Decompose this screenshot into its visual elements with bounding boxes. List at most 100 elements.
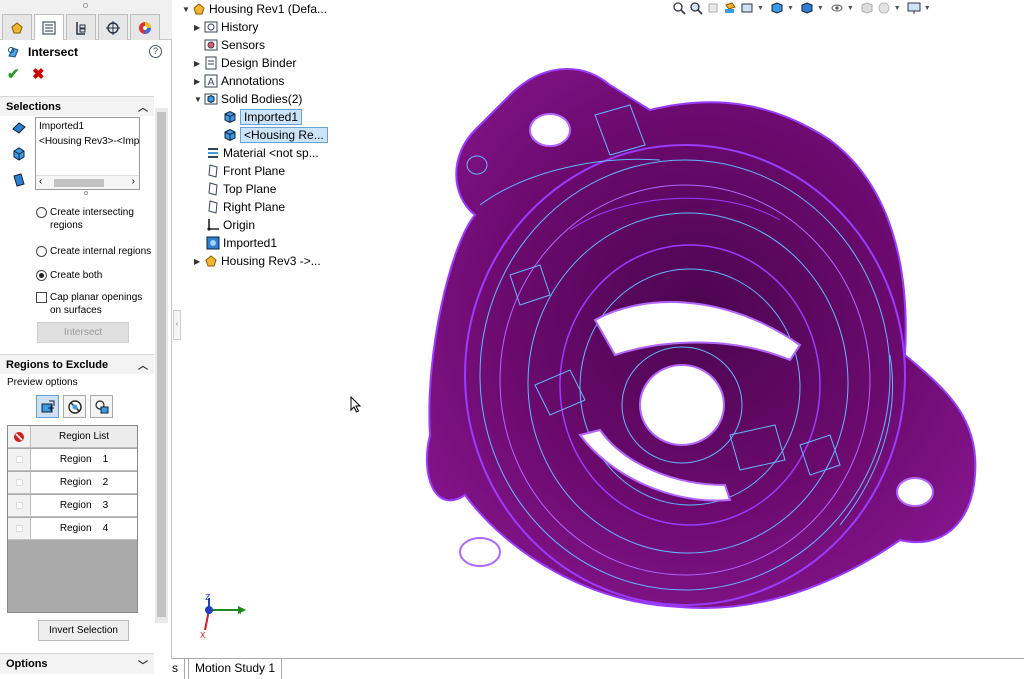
tab-feature-manager[interactable] — [2, 14, 32, 40]
chevron-down-icon[interactable]: ▼ — [787, 5, 794, 12]
tree-item-history[interactable]: ▶ History — [194, 18, 258, 36]
tab-configuration-manager[interactable] — [66, 14, 96, 40]
tree-item-label: Material <not sp... — [223, 146, 319, 160]
chevron-down-icon[interactable]: ﹀ — [138, 657, 148, 672]
panel-grip[interactable] — [0, 0, 172, 12]
selection-list[interactable]: Imported1 <Housing Rev3>-<Imp ‹ › — [35, 117, 140, 190]
regions-section-header[interactable]: Regions to Exclude ︿ — [0, 354, 154, 374]
region-checkbox[interactable] — [15, 456, 23, 463]
panel-scrollbar[interactable] — [155, 108, 168, 623]
ok-button[interactable]: ✔ — [7, 67, 23, 83]
feature-tree: ▼ Housing Rev1 (Defa... ▶ History Sensor… — [182, 0, 342, 270]
option-create-internal[interactable]: Create internal regions — [36, 245, 151, 258]
scroll-left-icon[interactable]: ‹ — [39, 176, 42, 187]
selections-section-header[interactable]: Selections ︿ — [0, 96, 154, 116]
table-row[interactable]: Region 3 — [8, 495, 137, 517]
chevron-up-icon[interactable]: ︿ — [138, 99, 148, 114]
tab-model[interactable]: s — [166, 659, 185, 679]
chevron-down-icon[interactable]: ▼ — [817, 5, 824, 12]
preview-included-button[interactable] — [90, 395, 113, 418]
region-checkbox[interactable] — [15, 502, 23, 509]
list-resize-grip[interactable] — [84, 191, 88, 195]
apply-scene-icon[interactable] — [877, 1, 892, 15]
zoom-to-area-icon[interactable] — [689, 1, 704, 15]
zoom-to-fit-icon[interactable] — [672, 1, 687, 15]
crosshair-icon — [106, 20, 120, 35]
tree-item-sensors[interactable]: Sensors — [204, 36, 265, 54]
tree-item-body-imported1[interactable]: Imported1 — [223, 108, 303, 126]
chevron-down-icon[interactable]: ▼ — [847, 5, 854, 12]
expand-arrow-icon[interactable]: ▶ — [194, 23, 204, 32]
radio-button-selected[interactable] — [36, 270, 47, 281]
tree-item-imported1[interactable]: Imported1 — [206, 234, 277, 252]
scrollbar-thumb[interactable] — [157, 112, 166, 617]
origin-icon — [207, 219, 219, 231]
table-row[interactable]: Region 1 — [8, 449, 137, 471]
radio-button[interactable] — [36, 207, 47, 218]
region-checkbox[interactable] — [15, 479, 23, 486]
selection-list-scrollbar[interactable]: ‹ › — [36, 175, 139, 189]
chevron-down-icon[interactable]: ▼ — [924, 5, 931, 12]
tree-item-right-plane[interactable]: Right Plane — [206, 198, 285, 216]
help-icon[interactable]: ? — [149, 45, 162, 58]
annotations-icon: A — [204, 74, 218, 88]
section-view-icon[interactable] — [723, 1, 738, 15]
region-label: Region 2 — [59, 477, 109, 488]
tree-item-housing-rev3[interactable]: ▶ Housing Rev3 ->... — [194, 252, 321, 270]
tab-display-manager[interactable] — [130, 14, 160, 40]
tree-root[interactable]: ▼ Housing Rev1 (Defa... — [182, 0, 327, 18]
option-create-intersecting[interactable]: Create intersecting regions — [36, 206, 150, 232]
dynamic-annotation-icon[interactable] — [740, 1, 755, 15]
expand-arrow-icon[interactable]: ▶ — [194, 257, 204, 266]
selection-item[interactable]: <Housing Rev3>-<Imp — [36, 133, 139, 148]
tree-item-design-binder[interactable]: ▶ Design Binder — [194, 54, 296, 72]
view-settings-icon[interactable] — [907, 1, 922, 15]
chevron-down-icon[interactable]: ▼ — [894, 5, 901, 12]
material-icon — [208, 148, 218, 158]
selection-item[interactable]: Imported1 — [36, 118, 139, 133]
cancel-button[interactable]: ✖ — [32, 67, 48, 83]
panel-collapse-handle[interactable]: ‹ — [173, 310, 181, 340]
preview-all-button[interactable] — [36, 395, 59, 418]
collapse-arrow-icon[interactable]: ▼ — [182, 5, 192, 14]
tree-item-body-housing[interactable]: <Housing Re... — [223, 126, 328, 144]
intersect-selection-icon — [12, 122, 26, 134]
previous-view-icon[interactable] — [706, 1, 721, 15]
expand-arrow-icon[interactable]: ▶ — [194, 59, 204, 68]
view-orientation-icon[interactable] — [770, 1, 785, 15]
scrollbar-thumb[interactable] — [54, 179, 104, 187]
edit-appearance-icon[interactable] — [860, 1, 875, 15]
scroll-right-icon[interactable]: › — [132, 176, 135, 187]
intersect-button[interactable]: Intersect — [37, 322, 129, 343]
tree-root-label: Housing Rev1 (Defa... — [209, 2, 328, 16]
tab-dimxpert-manager[interactable] — [98, 14, 128, 40]
tab-motion-study-1[interactable]: Motion Study 1 — [188, 659, 283, 679]
hide-show-items-icon[interactable] — [830, 1, 845, 15]
tree-item-origin[interactable]: Origin — [206, 216, 255, 234]
tree-item-material[interactable]: Material <not sp... — [206, 144, 319, 162]
tab-property-manager[interactable] — [34, 14, 64, 40]
tree-item-label: Solid Bodies(2) — [221, 92, 303, 106]
tree-item-front-plane[interactable]: Front Plane — [206, 162, 285, 180]
chevron-down-icon[interactable]: ▼ — [757, 5, 764, 12]
preview-excluded-button[interactable] — [63, 395, 86, 418]
table-row[interactable]: Region 2 — [8, 472, 137, 494]
design-binder-icon — [205, 56, 217, 70]
table-row[interactable]: Region 4 — [8, 518, 137, 540]
cap-planar-openings[interactable]: Cap planar openings on surfaces — [36, 291, 150, 317]
option-create-both[interactable]: Create both — [36, 269, 102, 282]
region-checkbox[interactable] — [15, 525, 23, 532]
options-section-header[interactable]: Options ﹀ — [0, 653, 154, 674]
options-header-label: Options — [6, 658, 48, 670]
radio-button[interactable] — [36, 246, 47, 257]
checkbox[interactable] — [36, 292, 47, 303]
display-style-icon[interactable] — [800, 1, 815, 15]
chevron-up-icon[interactable]: ︿ — [138, 357, 148, 372]
tree-item-top-plane[interactable]: Top Plane — [206, 180, 276, 198]
expand-arrow-icon[interactable]: ▶ — [194, 77, 204, 86]
invert-selection-button[interactable]: Invert Selection — [38, 620, 129, 641]
collapse-arrow-icon[interactable]: ▼ — [194, 95, 204, 104]
housing-3d-model[interactable] — [420, 55, 980, 620]
tree-item-solid-bodies[interactable]: ▼ Solid Bodies(2) — [194, 90, 302, 108]
tree-item-annotations[interactable]: ▶ A Annotations — [194, 72, 284, 90]
